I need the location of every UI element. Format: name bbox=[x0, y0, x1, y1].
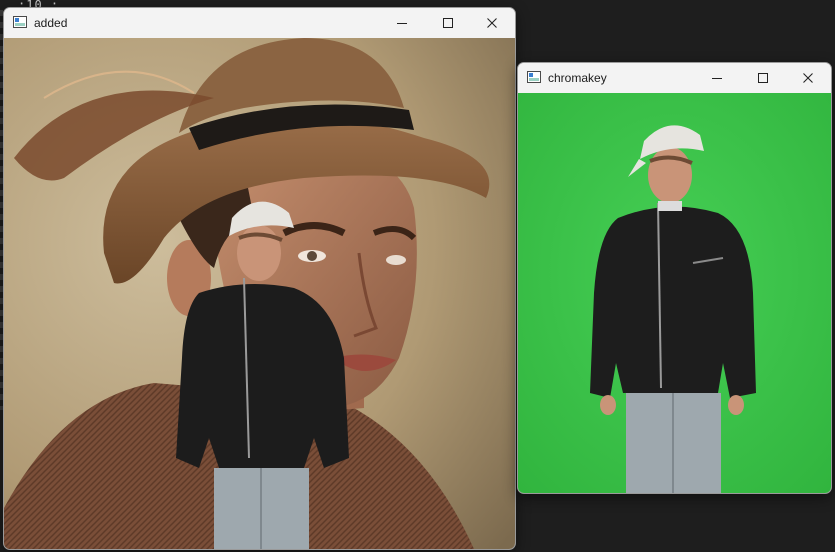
app-window-icon bbox=[13, 16, 27, 28]
added-titlebar[interactable]: added bbox=[4, 8, 515, 38]
minimize-icon bbox=[712, 78, 722, 79]
green-screen-canvas bbox=[518, 93, 831, 493]
close-button[interactable] bbox=[469, 8, 515, 38]
maximize-button[interactable] bbox=[740, 63, 786, 93]
close-button[interactable] bbox=[785, 63, 831, 93]
minimize-button[interactable] bbox=[694, 63, 740, 93]
maximize-button[interactable] bbox=[425, 8, 471, 38]
composite-image bbox=[4, 38, 515, 549]
composite-image-canvas bbox=[4, 38, 515, 549]
minimize-button[interactable] bbox=[379, 8, 425, 38]
window-title: chromakey bbox=[548, 71, 607, 85]
close-icon bbox=[803, 73, 813, 83]
iris-left bbox=[307, 251, 317, 261]
maximize-icon bbox=[758, 73, 768, 83]
chromakey-window[interactable]: chromakey bbox=[517, 62, 832, 494]
maximize-icon bbox=[443, 18, 453, 28]
green-screen-image bbox=[518, 93, 831, 493]
app-window-icon bbox=[527, 71, 541, 83]
window-title: added bbox=[34, 16, 68, 30]
added-window[interactable]: added bbox=[3, 7, 516, 550]
close-icon bbox=[487, 18, 497, 28]
minimize-icon bbox=[397, 23, 407, 24]
chromakey-titlebar[interactable]: chromakey bbox=[518, 63, 831, 93]
eye-right bbox=[386, 255, 406, 265]
